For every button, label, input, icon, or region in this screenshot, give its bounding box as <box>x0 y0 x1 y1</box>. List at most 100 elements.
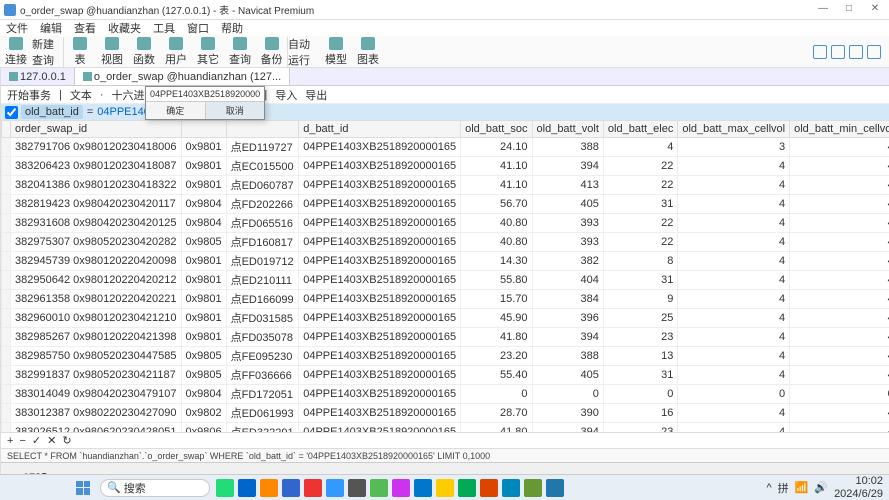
add-row-button[interactable]: + <box>7 435 13 447</box>
main-toolbar: 连接新建查询表视图函数用户其它查询备份自动运行模型图表 <box>0 36 889 68</box>
menu-文件[interactable]: 文件 <box>6 20 28 36</box>
taskbar-app-8[interactable] <box>370 479 388 497</box>
table-row[interactable]: 383206423 0x9801202304180870x9801点EC0155… <box>2 157 889 176</box>
filter-ok-button[interactable]: 确定 <box>146 102 206 119</box>
taskbar-app-7[interactable] <box>348 479 366 497</box>
filter-enable-checkbox[interactable] <box>5 106 18 119</box>
table-row[interactable]: 383014049 0x9804202304791070x9804点FD1720… <box>2 385 889 404</box>
taskbar-app-6[interactable] <box>326 479 344 497</box>
taskbar-app-4[interactable] <box>282 479 300 497</box>
start-button[interactable] <box>72 477 94 499</box>
col-old_batt_volt[interactable]: old_batt_volt <box>532 121 603 138</box>
tray-wifi-icon[interactable]: 📶 <box>795 481 809 494</box>
table-row[interactable]: 382945739 0x9801202204200980x9801点ED0197… <box>2 252 889 271</box>
tool-连接[interactable]: 连接 <box>0 37 32 67</box>
tool-备份[interactable]: 备份 <box>256 37 288 67</box>
tray-sound-icon[interactable]: 🔊 <box>814 481 828 494</box>
menu-帮助[interactable]: 帮助 <box>221 20 243 36</box>
menu-编辑[interactable]: 编辑 <box>40 20 62 36</box>
col-old_batt_elec[interactable]: old_batt_elec <box>603 121 677 138</box>
taskbar-app-11[interactable] <box>436 479 454 497</box>
table-row[interactable]: 383026512 0x9806202304280510x9806点ED3222… <box>2 423 889 433</box>
taskbar-search[interactable]: 🔍搜索 <box>100 479 210 497</box>
menu-工具[interactable]: 工具 <box>153 20 175 36</box>
tool-用户[interactable]: 用户 <box>160 37 192 67</box>
col-old_batt_soc[interactable]: old_batt_soc <box>461 121 532 138</box>
detail-icon[interactable] <box>867 45 881 59</box>
col-d_batt_id[interactable]: d_batt_id <box>299 121 461 138</box>
menu-收藏夹[interactable]: 收藏夹 <box>108 20 141 36</box>
table-row[interactable]: 382975307 0x9805202304202820x9805点FD1608… <box>2 233 889 252</box>
table-row[interactable]: 383012387 0x9802202304270900x9802点ED0619… <box>2 404 889 423</box>
titlebar: o_order_swap @huandianzhan (127.0.0.1) -… <box>0 0 889 20</box>
taskbar-app-1[interactable] <box>216 479 234 497</box>
taskbar-app-14[interactable] <box>502 479 520 497</box>
filter-field[interactable]: old_batt_id <box>21 105 83 119</box>
table-row[interactable]: 382985267 0x9801202204213980x9801点FD0350… <box>2 328 889 347</box>
taskbar-app-13[interactable] <box>480 479 498 497</box>
taskbar-app-5[interactable] <box>304 479 322 497</box>
menu-查看[interactable]: 查看 <box>74 20 96 36</box>
tray-up-icon[interactable]: ^ <box>766 482 771 494</box>
filter-value-input[interactable] <box>146 87 264 101</box>
table-row[interactable]: 382791706 0x9801202304180060x9801点ED1197… <box>2 138 889 157</box>
minimize-button[interactable]: — <box>813 3 833 17</box>
table-row[interactable]: 382991837 0x9805202304211870x9805点FF0366… <box>2 366 889 385</box>
table-row[interactable]: 382985750 0x9805202304475850x9805点FE0952… <box>2 347 889 366</box>
tool-图表[interactable]: 图表 <box>352 37 384 67</box>
menu-窗口[interactable]: 窗口 <box>187 20 209 36</box>
main-area: 127.0.0.1o_order_swap @huandianzhan (127… <box>1 68 889 476</box>
col-sel[interactable] <box>181 121 226 138</box>
filter-cancel-button[interactable]: 取消 <box>206 102 265 119</box>
taskbar-app-15[interactable] <box>524 479 542 497</box>
tool-表[interactable]: 表 <box>64 37 96 67</box>
taskbar-app-9[interactable] <box>392 479 410 497</box>
list-icon[interactable] <box>849 45 863 59</box>
export-button[interactable]: 导出 <box>305 87 327 103</box>
view-text-button[interactable]: 文本 <box>70 87 92 103</box>
tool-模型[interactable]: 模型 <box>320 37 352 67</box>
data-grid[interactable]: order_swap_idd_batt_idold_batt_socold_ba… <box>1 120 889 432</box>
begin-tx-button[interactable]: 开始事务 <box>7 87 51 103</box>
tool-函数[interactable]: 函数 <box>128 37 160 67</box>
taskbar-app-16[interactable] <box>546 479 564 497</box>
sql-preview: SELECT * FROM `huandianzhan`.`o_order_sw… <box>1 448 889 462</box>
tool-新建查询[interactable]: 新建查询 <box>32 37 64 67</box>
filter-value-popup: 确定 取消 <box>145 86 265 120</box>
tool-视图[interactable]: 视图 <box>96 37 128 67</box>
table-row[interactable]: 382041386 0x9801202304183220x9801点ED0607… <box>2 176 889 195</box>
col-order_swap_id[interactable]: order_swap_id <box>11 121 182 138</box>
cloud-icon[interactable] <box>813 45 827 59</box>
tool-其它[interactable]: 其它 <box>192 37 224 67</box>
tool-自动运行[interactable]: 自动运行 <box>288 37 320 67</box>
close-button[interactable]: ✕ <box>865 3 885 17</box>
taskbar-app-12[interactable] <box>458 479 476 497</box>
grid-icon[interactable] <box>831 45 845 59</box>
col-sel[interactable] <box>226 121 299 138</box>
taskbar-app-3[interactable] <box>260 479 278 497</box>
search-icon: 🔍 <box>107 481 121 494</box>
table-row[interactable]: 382950642 0x9801202204202120x9801点ED2101… <box>2 271 889 290</box>
del-row-button[interactable]: − <box>19 435 25 447</box>
import-button[interactable]: 导入 <box>275 87 297 103</box>
tab-0[interactable]: 127.0.0.1 <box>1 68 75 85</box>
cancel-button[interactable]: ✕ <box>47 434 56 447</box>
col-sel[interactable] <box>2 121 11 138</box>
system-tray[interactable]: ^ 拼 📶 🔊 10:022024/6/29 <box>766 475 883 499</box>
main-tabs: 127.0.0.1o_order_swap @huandianzhan (127… <box>1 68 889 86</box>
taskbar-app-2[interactable] <box>238 479 256 497</box>
maximize-button[interactable]: □ <box>839 3 859 17</box>
table-row[interactable]: 382960010 0x9801202304212100x9801点FD0315… <box>2 309 889 328</box>
clock-time: 10:02 <box>855 475 883 487</box>
table-row[interactable]: 382819423 0x9804202304201170x9804点FD2022… <box>2 195 889 214</box>
table-row[interactable]: 382961358 0x9801202204202210x9801点ED1660… <box>2 290 889 309</box>
commit-button[interactable]: ✓ <box>32 434 41 447</box>
table-row[interactable]: 382931608 0x9804202304201250x9804点FD0655… <box>2 214 889 233</box>
tool-查询[interactable]: 查询 <box>224 37 256 67</box>
col-old_batt_min_cellvol[interactable]: old_batt_min_cellvol <box>790 121 889 138</box>
refresh-button[interactable]: ↻ <box>62 434 71 447</box>
col-old_batt_max_cellvol[interactable]: old_batt_max_cellvol <box>678 121 790 138</box>
tab-1[interactable]: o_order_swap @huandianzhan (127... <box>75 68 290 85</box>
tray-ime-icon[interactable]: 拼 <box>778 480 789 496</box>
taskbar-app-10[interactable] <box>414 479 432 497</box>
